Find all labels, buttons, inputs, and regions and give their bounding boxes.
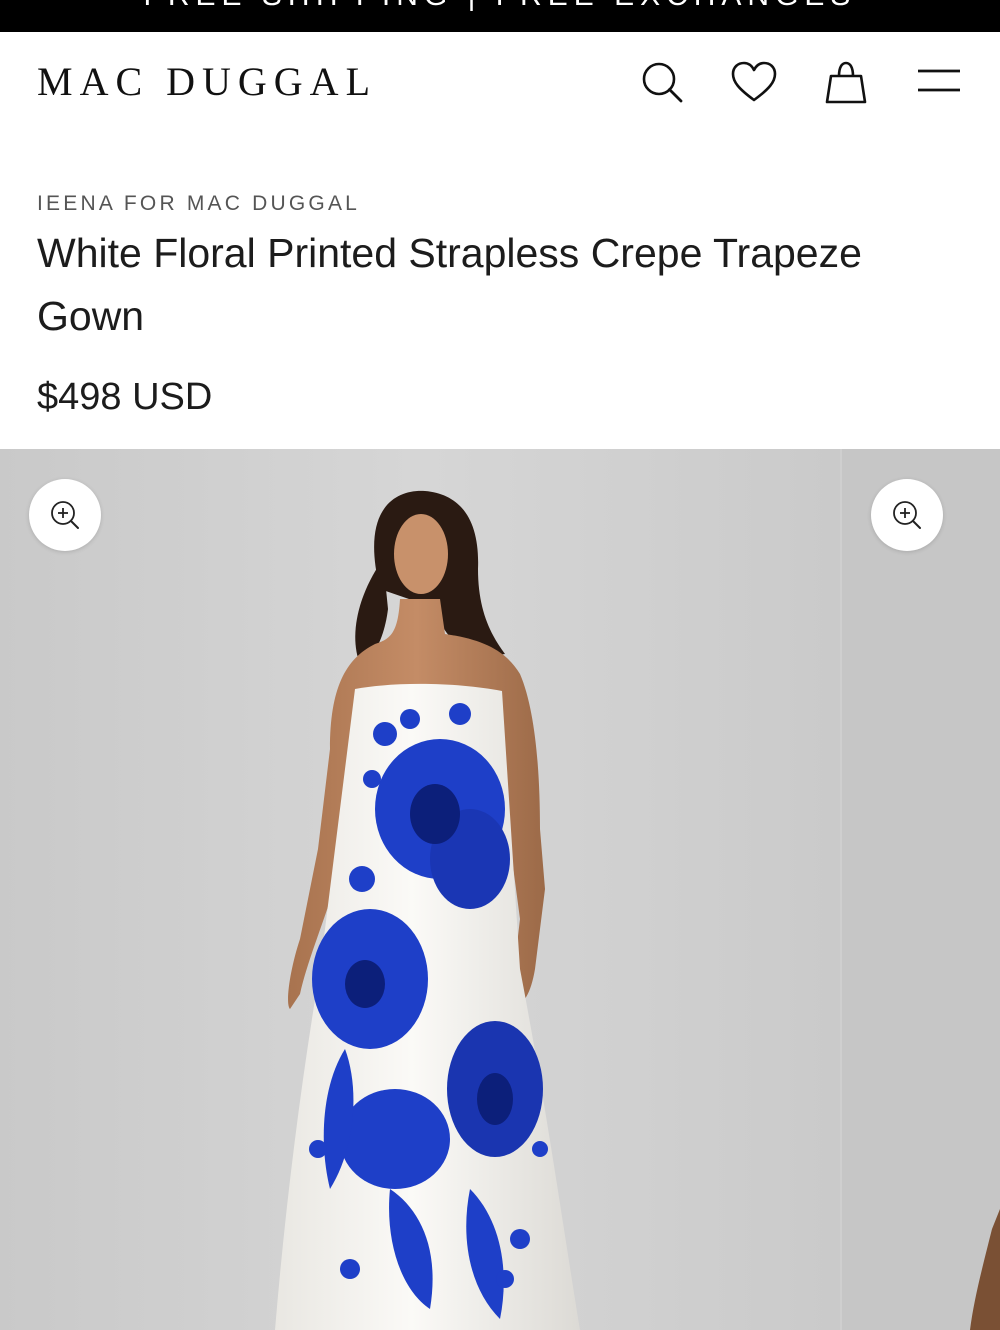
product-brand[interactable]: IEENA FOR MAC DUGGAL <box>37 190 360 218</box>
zoom-in-icon <box>893 501 921 529</box>
site-logo[interactable]: MAC DUGGAL <box>37 58 377 106</box>
zoom-button[interactable] <box>29 479 101 551</box>
heart-icon[interactable] <box>729 58 779 108</box>
promo-banner: FREE SHIPPING | FREE EXCHANGES <box>0 0 1000 32</box>
zoom-button-next[interactable] <box>871 479 943 551</box>
product-image-gallery[interactable] <box>0 449 1000 1330</box>
product-price: $498 USD <box>37 376 213 418</box>
product-image[interactable] <box>0 449 840 1330</box>
product-title: White Floral Printed Strapless Crepe Tra… <box>37 230 862 339</box>
menu-icon[interactable] <box>914 58 964 108</box>
bag-icon[interactable] <box>821 58 871 108</box>
zoom-in-icon <box>51 501 79 529</box>
next-product-image[interactable] <box>842 449 1000 1330</box>
site-header: MAC DUGGAL <box>0 32 1000 132</box>
search-icon[interactable] <box>637 58 687 108</box>
promo-text: FREE SHIPPING | FREE EXCHANGES <box>0 0 1000 11</box>
